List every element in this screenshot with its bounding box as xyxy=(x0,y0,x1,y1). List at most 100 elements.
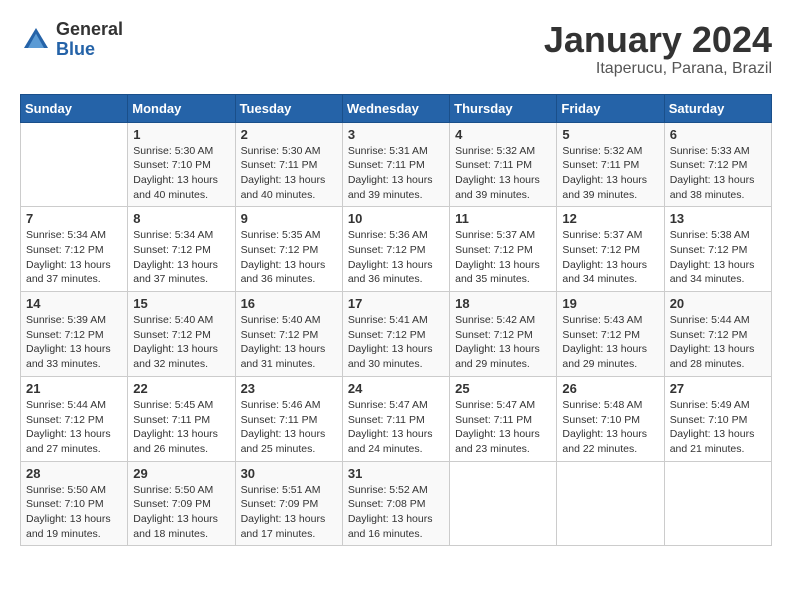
logo-text: General Blue xyxy=(56,20,123,60)
day-detail: Sunrise: 5:39 AMSunset: 7:12 PMDaylight:… xyxy=(26,313,122,372)
day-number: 15 xyxy=(133,296,229,311)
calendar-header: SundayMondayTuesdayWednesdayThursdayFrid… xyxy=(21,94,772,122)
day-cell: 6 Sunrise: 5:33 AMSunset: 7:12 PMDaylight… xyxy=(664,122,771,207)
day-detail: Sunrise: 5:50 AMSunset: 7:09 PMDaylight:… xyxy=(133,483,229,542)
day-cell: 22 Sunrise: 5:45 AMSunset: 7:11 PMDayligh… xyxy=(128,376,235,461)
day-detail: Sunrise: 5:47 AMSunset: 7:11 PMDaylight:… xyxy=(348,398,444,457)
day-number: 18 xyxy=(455,296,551,311)
day-detail: Sunrise: 5:35 AMSunset: 7:12 PMDaylight:… xyxy=(241,228,337,287)
day-number: 7 xyxy=(26,211,122,226)
day-detail: Sunrise: 5:47 AMSunset: 7:11 PMDaylight:… xyxy=(455,398,551,457)
day-cell: 7 Sunrise: 5:34 AMSunset: 7:12 PMDaylight… xyxy=(21,207,128,292)
day-cell xyxy=(557,461,664,546)
day-detail: Sunrise: 5:38 AMSunset: 7:12 PMDaylight:… xyxy=(670,228,766,287)
day-number: 26 xyxy=(562,381,658,396)
day-cell: 29 Sunrise: 5:50 AMSunset: 7:09 PMDayligh… xyxy=(128,461,235,546)
day-cell: 26Sunrise: 5:48 AMSunset: 7:10 PMDayligh… xyxy=(557,376,664,461)
day-detail: Sunrise: 5:51 AMSunset: 7:09 PMDaylight:… xyxy=(241,483,337,542)
day-cell: 12 Sunrise: 5:37 AMSunset: 7:12 PMDayligh… xyxy=(557,207,664,292)
day-detail: Sunrise: 5:34 AMSunset: 7:12 PMDaylight:… xyxy=(133,228,229,287)
day-number: 22 xyxy=(133,381,229,396)
day-cell: 27 Sunrise: 5:49 AMSunset: 7:10 PMDayligh… xyxy=(664,376,771,461)
day-cell: 30 Sunrise: 5:51 AMSunset: 7:09 PMDayligh… xyxy=(235,461,342,546)
day-number: 4 xyxy=(455,127,551,142)
day-cell: 16 Sunrise: 5:40 AMSunset: 7:12 PMDayligh… xyxy=(235,292,342,377)
day-number: 1 xyxy=(133,127,229,142)
day-number: 16 xyxy=(241,296,337,311)
day-cell: 1 Sunrise: 5:30 AMSunset: 7:10 PMDaylight… xyxy=(128,122,235,207)
day-cell: 5 Sunrise: 5:32 AMSunset: 7:11 PMDaylight… xyxy=(557,122,664,207)
day-detail: Sunrise: 5:30 AMSunset: 7:11 PMDaylight:… xyxy=(241,144,337,203)
day-detail: Sunrise: 5:49 AMSunset: 7:10 PMDaylight:… xyxy=(670,398,766,457)
header-day-wednesday: Wednesday xyxy=(342,94,449,122)
day-number: 30 xyxy=(241,466,337,481)
month-title: January 2024 xyxy=(544,20,772,60)
day-number: 13 xyxy=(670,211,766,226)
day-number: 17 xyxy=(348,296,444,311)
day-cell: 17 Sunrise: 5:41 AMSunset: 7:12 PMDayligh… xyxy=(342,292,449,377)
day-cell: 24Sunrise: 5:47 AMSunset: 7:11 PMDayligh… xyxy=(342,376,449,461)
day-detail: Sunrise: 5:45 AMSunset: 7:11 PMDaylight:… xyxy=(133,398,229,457)
day-detail: Sunrise: 5:46 AMSunset: 7:11 PMDaylight:… xyxy=(241,398,337,457)
day-detail: Sunrise: 5:37 AMSunset: 7:12 PMDaylight:… xyxy=(562,228,658,287)
day-number: 23 xyxy=(241,381,337,396)
logo-icon xyxy=(20,24,52,56)
week-row-5: 28 Sunrise: 5:50 AMSunset: 7:10 PMDayligh… xyxy=(21,461,772,546)
page-header: General Blue January 2024 Itaperucu, Par… xyxy=(20,20,772,78)
week-row-4: 21Sunrise: 5:44 AMSunset: 7:12 PMDayligh… xyxy=(21,376,772,461)
day-cell: 20 Sunrise: 5:44 AMSunset: 7:12 PMDayligh… xyxy=(664,292,771,377)
logo-blue-text: Blue xyxy=(56,40,123,60)
day-cell: 11Sunrise: 5:37 AMSunset: 7:12 PMDayligh… xyxy=(450,207,557,292)
day-cell xyxy=(450,461,557,546)
day-number: 10 xyxy=(348,211,444,226)
header-day-thursday: Thursday xyxy=(450,94,557,122)
calendar-body: 1 Sunrise: 5:30 AMSunset: 7:10 PMDaylight… xyxy=(21,122,772,546)
day-number: 12 xyxy=(562,211,658,226)
day-cell xyxy=(21,122,128,207)
day-number: 8 xyxy=(133,211,229,226)
day-number: 6 xyxy=(670,127,766,142)
day-detail: Sunrise: 5:52 AMSunset: 7:08 PMDaylight:… xyxy=(348,483,444,542)
day-cell: 18 Sunrise: 5:42 AMSunset: 7:12 PMDayligh… xyxy=(450,292,557,377)
day-cell: 23 Sunrise: 5:46 AMSunset: 7:11 PMDayligh… xyxy=(235,376,342,461)
day-detail: Sunrise: 5:50 AMSunset: 7:10 PMDaylight:… xyxy=(26,483,122,542)
day-detail: Sunrise: 5:33 AMSunset: 7:12 PMDaylight:… xyxy=(670,144,766,203)
day-number: 3 xyxy=(348,127,444,142)
day-cell: 15Sunrise: 5:40 AMSunset: 7:12 PMDayligh… xyxy=(128,292,235,377)
header-day-friday: Friday xyxy=(557,94,664,122)
day-cell: 31Sunrise: 5:52 AMSunset: 7:08 PMDayligh… xyxy=(342,461,449,546)
day-number: 20 xyxy=(670,296,766,311)
day-cell: 21Sunrise: 5:44 AMSunset: 7:12 PMDayligh… xyxy=(21,376,128,461)
day-cell: 25 Sunrise: 5:47 AMSunset: 7:11 PMDayligh… xyxy=(450,376,557,461)
day-detail: Sunrise: 5:44 AMSunset: 7:12 PMDaylight:… xyxy=(670,313,766,372)
day-detail: Sunrise: 5:34 AMSunset: 7:12 PMDaylight:… xyxy=(26,228,122,287)
day-number: 27 xyxy=(670,381,766,396)
week-row-3: 14 Sunrise: 5:39 AMSunset: 7:12 PMDayligh… xyxy=(21,292,772,377)
day-cell: 13 Sunrise: 5:38 AMSunset: 7:12 PMDayligh… xyxy=(664,207,771,292)
week-row-1: 1 Sunrise: 5:30 AMSunset: 7:10 PMDaylight… xyxy=(21,122,772,207)
day-number: 28 xyxy=(26,466,122,481)
day-cell: 8 Sunrise: 5:34 AMSunset: 7:12 PMDaylight… xyxy=(128,207,235,292)
day-number: 11 xyxy=(455,211,551,226)
day-cell: 4Sunrise: 5:32 AMSunset: 7:11 PMDaylight… xyxy=(450,122,557,207)
day-cell: 10 Sunrise: 5:36 AMSunset: 7:12 PMDayligh… xyxy=(342,207,449,292)
day-number: 29 xyxy=(133,466,229,481)
day-detail: Sunrise: 5:30 AMSunset: 7:10 PMDaylight:… xyxy=(133,144,229,203)
header-day-monday: Monday xyxy=(128,94,235,122)
logo: General Blue xyxy=(20,20,123,60)
day-number: 25 xyxy=(455,381,551,396)
day-detail: Sunrise: 5:42 AMSunset: 7:12 PMDaylight:… xyxy=(455,313,551,372)
day-number: 14 xyxy=(26,296,122,311)
day-cell: 3Sunrise: 5:31 AMSunset: 7:11 PMDaylight… xyxy=(342,122,449,207)
day-cell: 14 Sunrise: 5:39 AMSunset: 7:12 PMDayligh… xyxy=(21,292,128,377)
day-detail: Sunrise: 5:40 AMSunset: 7:12 PMDaylight:… xyxy=(241,313,337,372)
week-row-2: 7 Sunrise: 5:34 AMSunset: 7:12 PMDaylight… xyxy=(21,207,772,292)
day-number: 5 xyxy=(562,127,658,142)
day-cell: 28 Sunrise: 5:50 AMSunset: 7:10 PMDayligh… xyxy=(21,461,128,546)
header-row: SundayMondayTuesdayWednesdayThursdayFrid… xyxy=(21,94,772,122)
day-detail: Sunrise: 5:32 AMSunset: 7:11 PMDaylight:… xyxy=(562,144,658,203)
day-detail: Sunrise: 5:36 AMSunset: 7:12 PMDaylight:… xyxy=(348,228,444,287)
header-day-sunday: Sunday xyxy=(21,94,128,122)
calendar-table: SundayMondayTuesdayWednesdayThursdayFrid… xyxy=(20,94,772,547)
day-detail: Sunrise: 5:41 AMSunset: 7:12 PMDaylight:… xyxy=(348,313,444,372)
